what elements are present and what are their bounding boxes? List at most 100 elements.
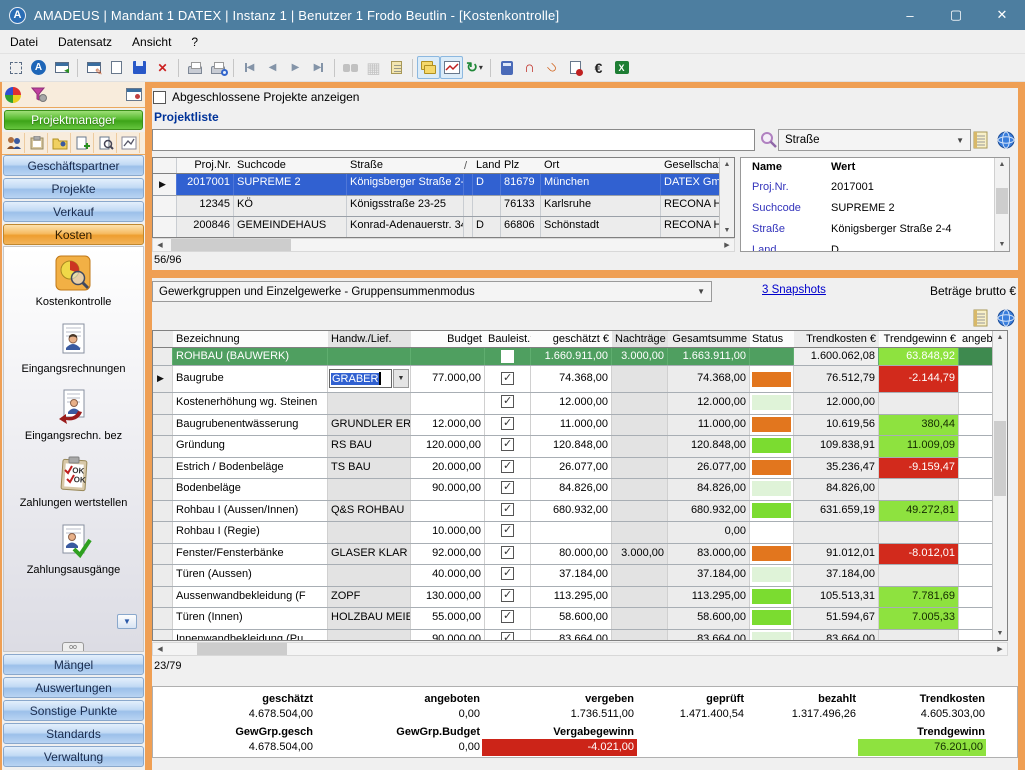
menu-ansicht[interactable]: Ansicht: [122, 32, 181, 52]
sidebar-section-auswertungen[interactable]: Auswertungen: [3, 677, 144, 698]
excel-export-icon[interactable]: X: [610, 56, 633, 79]
bauleistung-checkbox[interactable]: [501, 545, 514, 559]
sidebar-item-eingangsrechn-bez[interactable]: Eingangsrechn. bez: [25, 388, 122, 442]
clipboard-icon[interactable]: [27, 133, 48, 153]
notebook-icon[interactable]: [972, 308, 990, 328]
scroll-down-icon[interactable]: ▼: [993, 627, 1007, 640]
cost-row[interactable]: Innenwandbekleidung (Pu90.000,0083.664,0…: [153, 629, 1007, 640]
scroll-up-icon[interactable]: ▲: [993, 331, 1007, 344]
detail-row[interactable]: Straße Königsberger Straße 2-4: [741, 218, 1009, 239]
menu-datensatz[interactable]: Datensatz: [48, 32, 122, 52]
menu-help[interactable]: ?: [181, 32, 208, 52]
chart-icon[interactable]: [440, 56, 463, 79]
globe-icon[interactable]: [997, 308, 1016, 328]
bauleistung-checkbox[interactable]: [501, 371, 514, 385]
calculator-icon[interactable]: [495, 56, 518, 79]
bauleistung-checkbox[interactable]: [501, 459, 514, 473]
detail-row[interactable]: Proj.Nr. 2017001: [741, 176, 1009, 197]
bauleistung-checkbox[interactable]: [501, 631, 514, 640]
form-designer-icon[interactable]: ✎: [82, 56, 105, 79]
snapshots-link[interactable]: 3 Snapshots: [762, 284, 826, 296]
bauleistung-checkbox[interactable]: [501, 350, 514, 363]
next-record-icon[interactable]: ▶: [284, 56, 307, 79]
palette-icon[interactable]: [5, 86, 21, 103]
bauleistung-checkbox[interactable]: [501, 566, 514, 580]
sidebar-scroll-down-button[interactable]: ▼: [117, 614, 137, 629]
minimize-button[interactable]: –: [887, 0, 933, 30]
sidebar-item-kostenkontrolle[interactable]: Kostenkontrolle: [36, 254, 111, 308]
filter-settings-icon[interactable]: [31, 87, 47, 103]
scroll-down-icon[interactable]: ▼: [720, 224, 734, 237]
cost-row[interactable]: Türen (Innen)HOLZBAU MEIE55.000,0058.600…: [153, 608, 1007, 630]
menu-datei[interactable]: Datei: [0, 32, 48, 52]
detail-row[interactable]: Land D: [741, 239, 1009, 252]
magnet-jump-icon[interactable]: ∩: [541, 56, 564, 79]
license-icon[interactable]: [564, 56, 587, 79]
show-closed-projects[interactable]: Abgeschlossene Projekte anzeigen: [153, 90, 359, 104]
project-hscrollbar[interactable]: ◀ ▶: [152, 238, 735, 252]
sidebar-section-maengel[interactable]: Mängel: [3, 654, 144, 675]
bauleistung-checkbox[interactable]: [501, 480, 514, 494]
cost-hscrollbar[interactable]: ◀ ▶: [152, 642, 1008, 656]
scroll-up-icon[interactable]: ▲: [995, 158, 1009, 171]
search-binoculars-icon[interactable]: [339, 56, 362, 79]
cost-row[interactable]: Rohbau I (Aussen/Innen)Q&S ROHBAU680.932…: [153, 500, 1007, 522]
bauleistung-checkbox[interactable]: [501, 609, 514, 623]
scroll-up-icon[interactable]: ▲: [720, 158, 734, 171]
bauleistung-checkbox[interactable]: [501, 523, 514, 537]
magnet-icon[interactable]: ∩: [518, 56, 541, 79]
copy-records-icon[interactable]: [417, 56, 440, 79]
goto-notebook-icon[interactable]: [385, 56, 408, 79]
print-preview-icon[interactable]: [206, 56, 229, 79]
detail-vscrollbar[interactable]: ▲ ▼: [994, 158, 1009, 251]
cost-row[interactable]: Bodenbeläge90.000,0084.826,0084.826,0084…: [153, 479, 1007, 501]
maximize-button[interactable]: ▢: [933, 0, 979, 30]
cost-row-editing[interactable]: Baugrube GRABER ▼ 77.000,00 74.368,00 74…: [153, 366, 1007, 393]
cost-vscrollbar[interactable]: ▲ ▼: [992, 331, 1007, 640]
sidebar-section-sonstige-punkte[interactable]: Sonstige Punkte: [3, 700, 144, 721]
sidebar-section-standards[interactable]: Standards: [3, 723, 144, 744]
bauleistung-checkbox[interactable]: [501, 416, 514, 430]
cost-row[interactable]: Estrich / BodenbelägeTS BAU20.000,0026.0…: [153, 457, 1007, 479]
sidebar-group-projektmanager[interactable]: Projektmanager: [4, 110, 143, 130]
first-record-icon[interactable]: ◀: [238, 56, 261, 79]
save-icon[interactable]: [128, 56, 151, 79]
sidebar-section-kosten[interactable]: Kosten: [3, 224, 144, 245]
print-icon[interactable]: [183, 56, 206, 79]
cost-row[interactable]: Kostenerhöhung wg. Steinen12.000,0012.00…: [153, 393, 1007, 415]
search-icon[interactable]: [760, 131, 778, 149]
hide-panel-icon[interactable]: [126, 88, 142, 101]
sidebar-section-geschaeftspartner[interactable]: Geschäftspartner: [3, 155, 144, 176]
search-field-dropdown[interactable]: Straße ▼: [778, 129, 971, 151]
sidebar-section-verwaltung[interactable]: Verwaltung: [3, 746, 144, 767]
bauleistung-checkbox[interactable]: [501, 588, 514, 602]
bauleistung-checkbox[interactable]: [501, 502, 514, 516]
bauleistung-checkbox[interactable]: [501, 394, 514, 408]
cost-row[interactable]: Baugrubenentwässerung GRUNDLER ER 12.000,0…: [153, 414, 1007, 436]
sidebar-item-zahlungsausgaenge[interactable]: Zahlungsausgänge: [27, 522, 120, 576]
bauleistung-checkbox[interactable]: [501, 437, 514, 451]
folder-user-icon[interactable]: [50, 133, 71, 153]
new-record-icon[interactable]: [105, 56, 128, 79]
cost-row[interactable]: Rohbau I (Regie)10.000,000,00: [153, 522, 1007, 544]
cost-mode-dropdown[interactable]: Gewerkgruppen und Einzelgewerke - Gruppe…: [152, 281, 712, 302]
refresh-icon[interactable]: ↻ ▾: [463, 56, 486, 79]
search-doc-icon[interactable]: [96, 133, 117, 153]
close-button[interactable]: ✕: [979, 0, 1025, 30]
previous-record-icon[interactable]: ◀: [261, 56, 284, 79]
project-row[interactable]: 12345 KÖ Königsstraße 23-25 76133 Karlsr…: [153, 195, 734, 218]
cost-row[interactable]: Fenster/Fensterbänke GLASER KLAR 92.000,00…: [153, 543, 1007, 565]
last-record-icon[interactable]: ▶: [307, 56, 330, 79]
show-closed-checkbox[interactable]: [153, 90, 166, 104]
scroll-left-icon[interactable]: ◀: [153, 239, 167, 251]
project-vscrollbar[interactable]: ▲ ▼: [719, 158, 734, 237]
cost-row[interactable]: GründungRS BAU120.000,00120.848,00120.84…: [153, 436, 1007, 458]
sidebar-section-verkauf[interactable]: Verkauf: [3, 201, 144, 222]
grid-view-icon[interactable]: ▦: [362, 56, 385, 79]
partners-icon[interactable]: [4, 133, 25, 153]
amadeus-home-icon[interactable]: A: [27, 56, 50, 79]
cost-group-row[interactable]: ROHBAU (BAUWERK) 1.660.911,00 3.000,00 1…: [153, 348, 1007, 366]
combobox-dropdown-button[interactable]: ▼: [393, 369, 409, 388]
project-row[interactable]: 200846 GEMEINDEHAUS Konrad-Adenauerstr. …: [153, 217, 734, 237]
scroll-right-icon[interactable]: ▶: [720, 239, 734, 251]
